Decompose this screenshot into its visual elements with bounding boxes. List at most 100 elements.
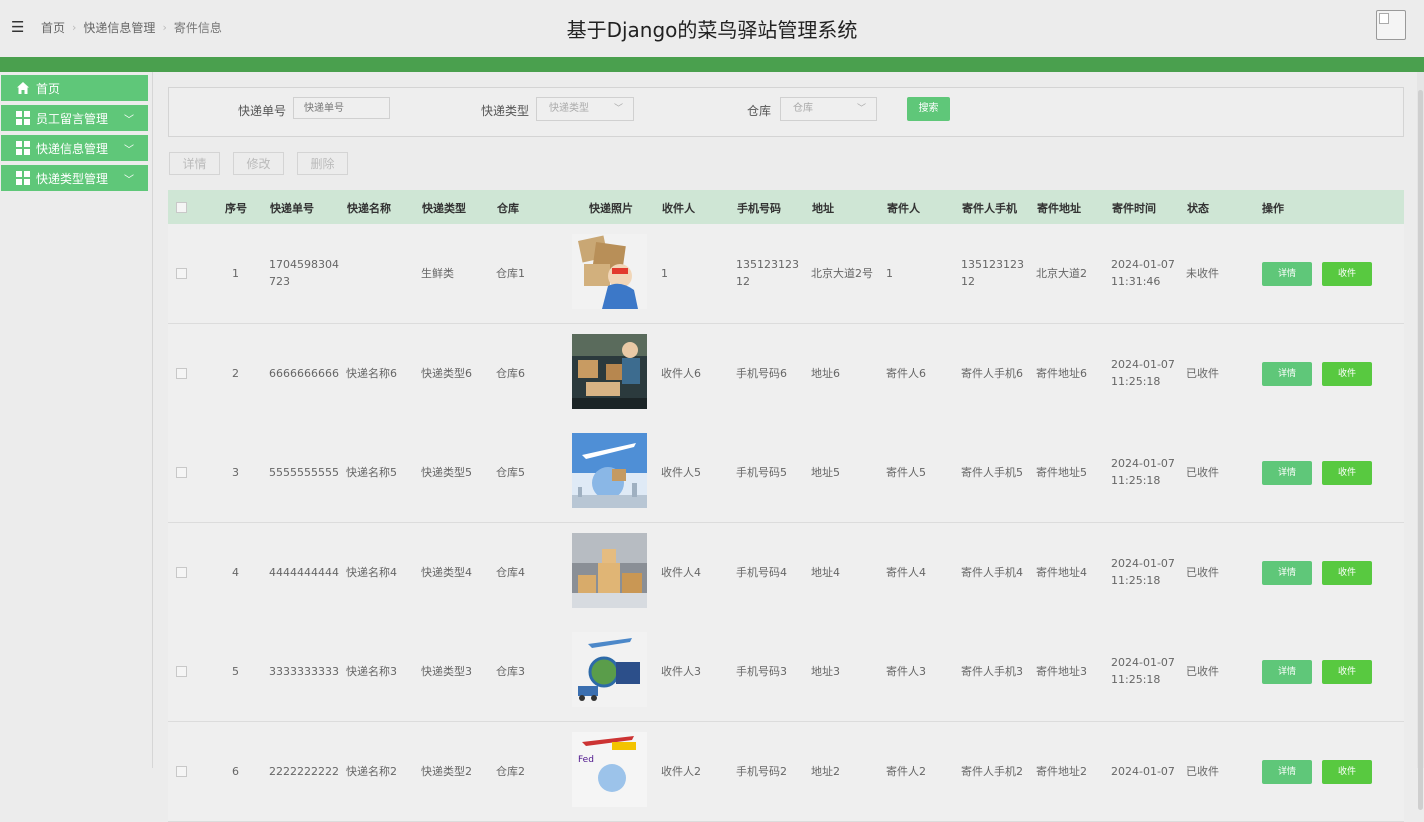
delete-button[interactable]: 删除 — [297, 152, 348, 175]
row-checkbox[interactable] — [176, 566, 187, 578]
row-receive-button[interactable]: 收件 — [1322, 461, 1372, 485]
cell-status: 已收件 — [1186, 366, 1219, 380]
sidebar-item-express-info[interactable]: 快递信息管理 ﹀ — [1, 135, 148, 161]
scrollbar-thumb[interactable] — [1418, 90, 1423, 810]
cell-warehouse: 仓库6 — [496, 366, 525, 380]
cell-sender: 寄件人5 — [886, 466, 926, 479]
row-receive-button[interactable]: 收件 — [1322, 759, 1372, 784]
warehouse-select[interactable]: 仓库 ﹀ — [780, 97, 877, 121]
top-header: ☰ 首页 › 快递信息管理 › 寄件信息 基于Django的菜鸟驿站管理系统 — [0, 0, 1424, 57]
row-checkbox[interactable] — [176, 268, 187, 279]
row-detail-button[interactable]: 详情 — [1262, 660, 1312, 684]
sidebar-item-home[interactable]: 首页 — [1, 75, 148, 101]
parcel-sorting-photo[interactable] — [572, 333, 647, 409]
row-checkbox[interactable] — [176, 367, 187, 379]
column-header: 状态 — [1187, 202, 1209, 215]
tracking-number-input[interactable] — [293, 97, 390, 119]
cell-express-type: 快递类型4 — [421, 565, 472, 579]
row-checkbox[interactable] — [176, 666, 187, 677]
table-row[interactable]: 6 2222222222 快递名称2 快递类型2 仓库2 收件人2 手机号码2 地址2 寄件人2… — [168, 721, 1404, 822]
cell-express-type: 快递类型3 — [421, 665, 472, 678]
table-row[interactable]: 1 1704598304 723 生鲜类 仓库1 1 135123123 12 北京大道2号… — [168, 224, 1404, 324]
sidebar: 首页 员工留言管理 ﹀ 快递信息管理 ﹀ 快递类型管理 ﹀ — [0, 72, 153, 768]
grid-icon — [16, 141, 30, 155]
grid-icon — [16, 111, 30, 125]
cell-row-number: 2 — [232, 366, 239, 380]
cell-send-time: 2024-01-07 11:25:18 — [1111, 656, 1175, 686]
row-detail-button[interactable]: 详情 — [1262, 361, 1312, 386]
cell-sender-phone: 寄件人手机2 — [961, 764, 1023, 778]
table-row[interactable]: 4 4444444444 快递名称4 快递类型4 仓库4 收件人4 手机号码4 地址4 寄件人4… — [168, 522, 1404, 623]
column-header: 操作 — [1262, 202, 1284, 215]
cell-address: 地址4 — [811, 565, 840, 579]
row-checkbox[interactable] — [176, 467, 187, 478]
row-receive-button[interactable]: 收件 — [1322, 660, 1372, 684]
chevron-down-icon: ﹀ — [124, 175, 134, 186]
cell-tracking-number: 3333333333 — [269, 665, 339, 678]
row-detail-button[interactable]: 详情 — [1262, 560, 1312, 585]
cell-sender: 1 — [886, 267, 893, 280]
column-header: 收件人 — [662, 202, 695, 215]
sidebar-item-staff-messages[interactable]: 员工留言管理 ﹀ — [1, 105, 148, 131]
vertical-scrollbar[interactable] — [1417, 72, 1424, 810]
cell-phone-number: 手机号码3 — [736, 665, 787, 678]
table-row[interactable]: 5 3333333333 快递名称3 快递类型3 仓库3 收件人3 手机号码3 地址3 寄件人3… — [168, 622, 1404, 722]
chevron-down-icon: ﹀ — [613, 104, 623, 114]
row-detail-button[interactable]: 详情 — [1262, 262, 1312, 286]
cell-sender-phone: 寄件人手机5 — [961, 466, 1023, 479]
cell-address: 地址3 — [811, 665, 840, 678]
home-icon — [16, 81, 30, 95]
row-receive-button[interactable]: 收件 — [1322, 361, 1372, 386]
detail-button[interactable]: 详情 — [169, 152, 220, 175]
search-panel: 快递单号 快递类型 快递类型 ﹀ 仓库 仓库 ﹀ 搜索 — [168, 87, 1404, 137]
cell-express-name: 快递名称5 — [346, 466, 397, 479]
search-button[interactable]: 搜索 — [907, 97, 950, 121]
cell-send-time: 2024-01-07 11:31:46 — [1111, 258, 1175, 288]
courier-carrying-boxes-photo[interactable] — [572, 234, 647, 309]
avatar[interactable] — [1376, 10, 1406, 40]
table-row[interactable]: 3 5555555555 快递名称5 快递类型5 仓库5 收件人5 手机号码5 地址5 寄件人5… — [168, 423, 1404, 523]
cell-send-time: 2024-01-07 11:25:18 — [1111, 357, 1175, 388]
cell-send-time: 2024-01-07 11:25:18 — [1111, 556, 1175, 587]
cell-status: 已收件 — [1186, 466, 1219, 479]
logistics-globe-photo[interactable] — [572, 632, 647, 707]
select-all-checkbox[interactable] — [176, 202, 187, 213]
row-receive-button[interactable]: 收件 — [1322, 560, 1372, 585]
column-header: 地址 — [812, 202, 834, 215]
cell-status: 已收件 — [1186, 764, 1219, 778]
cell-row-number: 1 — [232, 267, 239, 280]
cell-express-type: 快递类型5 — [421, 466, 472, 479]
cell-sender-address: 寄件地址4 — [1036, 565, 1087, 579]
warehouse-boxes-photo[interactable] — [572, 532, 647, 608]
cell-express-name: 快递名称3 — [346, 665, 397, 678]
edit-button[interactable]: 修改 — [233, 152, 284, 175]
column-header: 快递名称 — [347, 202, 391, 215]
table-header: 序号 快递单号 快递名称 快递类型 仓库 快递照片 收件人 手机号码 地址 寄件… — [168, 190, 1404, 224]
cell-recipient: 收件人2 — [661, 764, 701, 778]
courier-logos-photo[interactable]: Fed — [572, 731, 647, 807]
cell-tracking-number: 4444444444 — [269, 565, 339, 579]
warehouse-select-value: 仓库 — [793, 103, 813, 114]
cell-express-type: 快递类型2 — [421, 764, 472, 778]
row-detail-button[interactable]: 详情 — [1262, 461, 1312, 485]
cell-row-number: 3 — [232, 466, 239, 479]
column-header: 寄件人 — [887, 202, 920, 215]
row-checkbox[interactable] — [176, 765, 187, 777]
global-shipping-photo[interactable] — [572, 433, 647, 508]
sidebar-item-express-types[interactable]: 快递类型管理 ﹀ — [1, 165, 148, 191]
cell-send-time: 2024-01-07 — [1111, 764, 1175, 778]
express-type-select[interactable]: 快递类型 ﹀ — [536, 97, 634, 121]
column-header: 快递类型 — [422, 202, 466, 215]
cell-status: 已收件 — [1186, 665, 1219, 678]
cell-warehouse: 仓库5 — [496, 466, 525, 479]
row-receive-button[interactable]: 收件 — [1322, 262, 1372, 286]
cell-sender-phone: 135123123 12 — [961, 258, 1024, 288]
cell-sender-phone: 寄件人手机3 — [961, 665, 1023, 678]
cell-sender: 寄件人3 — [886, 665, 926, 678]
table-row[interactable]: 2 6666666666 快递名称6 快递类型6 仓库6 收件人6 手机号码6 地址6 寄件人6… — [168, 323, 1404, 424]
row-detail-button[interactable]: 详情 — [1262, 759, 1312, 784]
cell-row-number: 5 — [232, 665, 239, 678]
sidebar-item-label: 员工留言管理 — [36, 111, 109, 126]
cell-warehouse: 仓库3 — [496, 665, 525, 678]
cell-express-name: 快递名称2 — [346, 764, 397, 778]
